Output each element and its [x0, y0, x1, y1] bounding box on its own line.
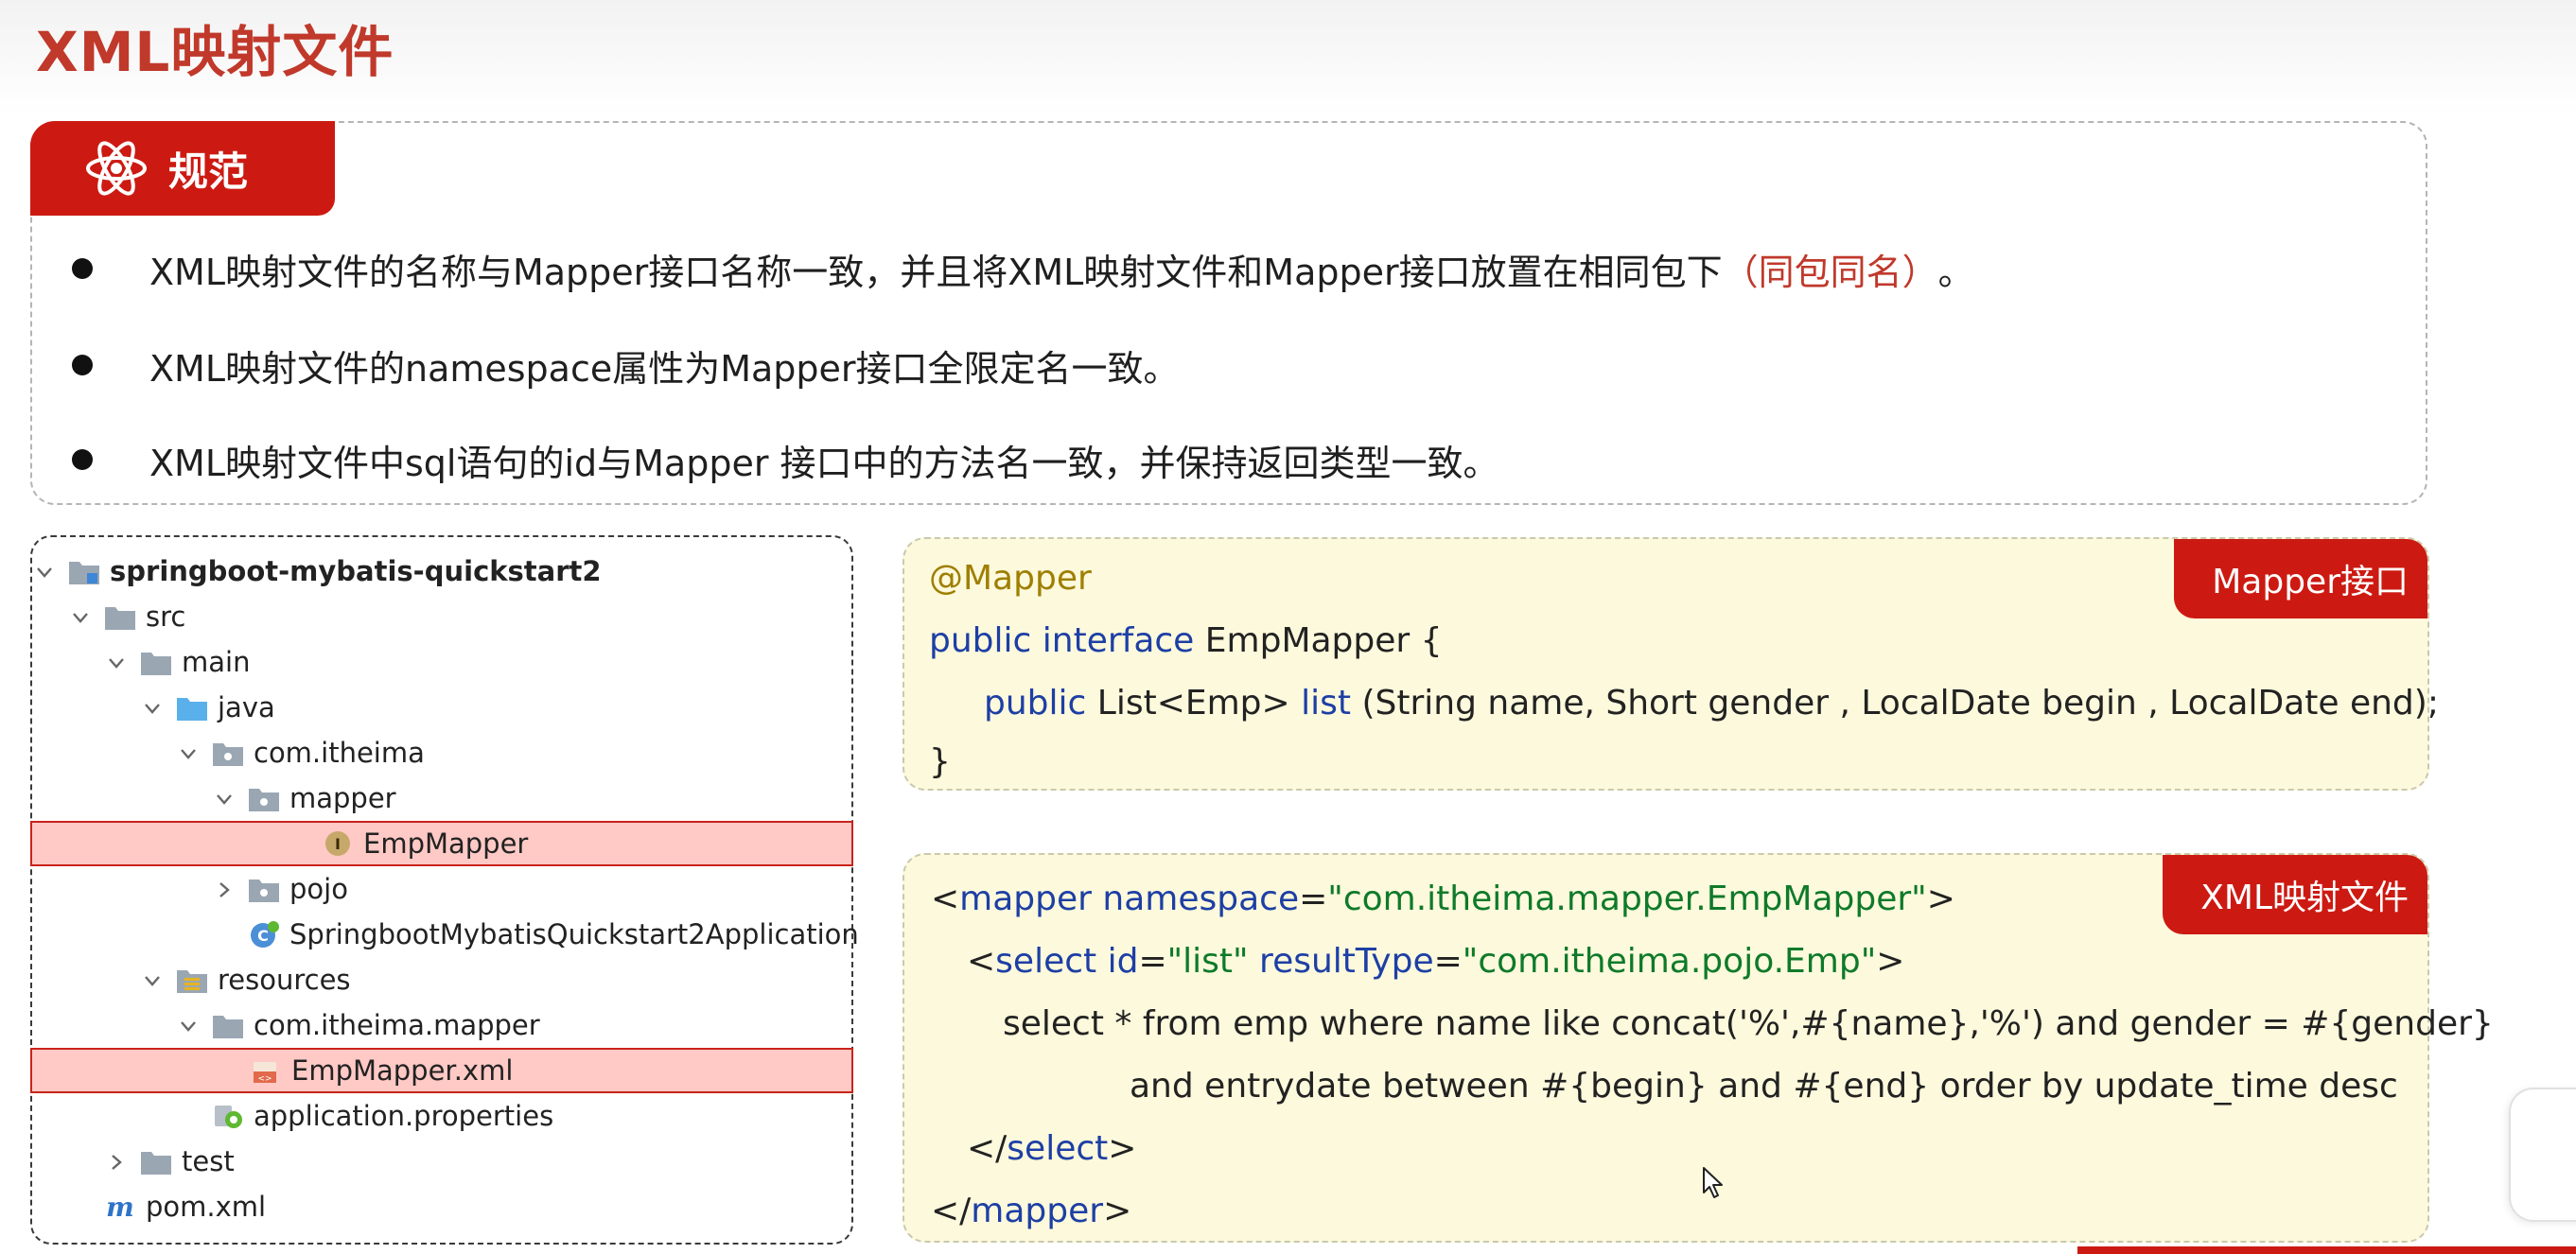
svg-text:C: C: [257, 927, 269, 945]
tree-item[interactable]: com.itheima.mapper: [32, 1002, 851, 1048]
chevron-down-icon[interactable]: [68, 604, 93, 629]
tree-item-label: EmpMapper: [363, 827, 529, 860]
maven-icon: m: [104, 1192, 136, 1223]
rule-text: XML映射文件的名称与Mapper接口名称一致，并且将XML映射文件和Mappe…: [149, 251, 1723, 293]
code-line: public List<Emp> list (String name, Shor…: [984, 684, 2439, 723]
rule-highlight: （同包同名）: [1722, 251, 1938, 293]
chevron-down-icon[interactable]: [140, 695, 165, 720]
folder-icon: [140, 648, 172, 676]
tree-item-label: java: [218, 691, 275, 723]
tree-item-label: mapper: [289, 782, 396, 814]
chevron-down-icon[interactable]: [176, 1013, 201, 1037]
code-line: </select>: [967, 1129, 1137, 1168]
rule-text-end: 。: [1937, 251, 1974, 293]
rules-badge: 规范: [30, 121, 335, 216]
code-line: <mapper namespace="com.itheima.mapper.Em…: [931, 880, 1955, 918]
code-line: select * from emp where name like concat…: [1003, 1004, 2494, 1043]
tree-item[interactable]: <> EmpMapper.xml: [30, 1048, 853, 1093]
resources-folder-icon: [176, 966, 208, 994]
tree-item-label: springboot-mybatis-quickstart2: [110, 555, 602, 587]
chevron-right-icon[interactable]: [104, 1149, 129, 1174]
package-icon: [212, 739, 244, 767]
xml-code-panel: XML映射文件 <mapper namespace="com.itheima.m…: [902, 853, 2494, 1243]
tree-item[interactable]: C SpringbootMybatisQuickstart2Application: [32, 912, 859, 957]
module-folder-icon: [68, 557, 100, 585]
tree-item-label: application.properties: [254, 1100, 554, 1132]
mouse-cursor-icon: [1703, 1167, 1723, 1198]
code-line: <select id="list" resultType="com.itheim…: [967, 942, 1905, 981]
tree-item[interactable]: springboot-mybatis-quickstart2: [32, 549, 851, 594]
bullet-icon: [72, 355, 93, 375]
tree-item[interactable]: mapper: [32, 775, 851, 821]
tree-item[interactable]: resources: [32, 957, 851, 1002]
chevron-down-icon[interactable]: [32, 559, 57, 583]
tree-item[interactable]: application.properties: [32, 1093, 851, 1139]
page-title: XML映射文件: [36, 20, 394, 84]
rule-text: XML映射文件中sql语句的id与Mapper 接口中的方法名一致，并保持返回类…: [149, 442, 1499, 484]
tree-item[interactable]: src: [32, 594, 851, 639]
code-line: public interface EmpMapper {: [929, 621, 1443, 660]
rule-item: XML映射文件的名称与Mapper接口名称一致，并且将XML映射文件和Mappe…: [72, 240, 1974, 297]
chevron-down-icon[interactable]: [140, 967, 165, 992]
tree-item-label: test: [182, 1145, 235, 1177]
mapper-code-panel: Mapper接口 @Mapper public interface EmpMap…: [902, 537, 2439, 791]
xml-panel-badge: XML映射文件: [2163, 855, 2427, 934]
tree-item[interactable]: com.itheima: [32, 730, 851, 775]
tree-item-label: com.itheima: [254, 737, 425, 769]
package-icon: [248, 875, 280, 903]
chevron-down-icon[interactable]: [104, 650, 129, 674]
tree-item[interactable]: I EmpMapper: [30, 821, 853, 866]
floating-side-widget[interactable]: [2509, 1088, 2576, 1222]
bullet-icon: [72, 449, 93, 470]
package-icon: [248, 784, 280, 812]
chevron-right-icon[interactable]: [212, 877, 237, 901]
tree-item[interactable]: main: [32, 639, 851, 685]
chevron-down-icon[interactable]: [212, 786, 237, 810]
svg-text:<>: <>: [257, 1074, 272, 1084]
tree-item-label: SpringbootMybatisQuickstart2Application: [289, 918, 859, 950]
tree-item-label: com.itheima.mapper: [254, 1009, 540, 1041]
code-line: </mapper>: [931, 1192, 1132, 1230]
code-line: @Mapper: [929, 559, 1092, 598]
folder-icon: [104, 602, 136, 631]
code-line: }: [929, 742, 951, 781]
bullet-icon: [72, 258, 93, 279]
source-folder-icon: [176, 693, 208, 722]
tree-item-label: EmpMapper.xml: [291, 1054, 514, 1087]
rules-badge-label: 规范: [168, 148, 249, 195]
xml-file-icon: <>: [250, 1056, 282, 1085]
chevron-down-icon[interactable]: [176, 740, 201, 765]
accent-bar: [2077, 1246, 2576, 1254]
tree-item[interactable]: test: [32, 1139, 851, 1184]
atom-icon: [86, 141, 147, 196]
svg-text:m: m: [106, 1193, 134, 1221]
interface-icon: I: [322, 829, 354, 858]
code-line: and entrydate between #{begin} and #{end…: [1130, 1067, 2398, 1106]
tree-item-label: pojo: [289, 873, 348, 905]
tree-item[interactable]: java: [32, 685, 851, 730]
folder-icon: [212, 1011, 244, 1039]
tree-item[interactable]: m pom.xml: [32, 1184, 851, 1229]
tree-item-label: src: [146, 601, 186, 633]
rule-item: XML映射文件中sql语句的id与Mapper 接口中的方法名一致，并保持返回类…: [72, 431, 1499, 488]
properties-file-icon: [212, 1102, 244, 1130]
spring-class-icon: C: [248, 920, 280, 949]
mapper-panel-badge: Mapper接口: [2174, 539, 2427, 618]
folder-icon: [140, 1147, 172, 1176]
tree-item[interactable]: pojo: [32, 866, 851, 912]
tree-item-label: resources: [218, 964, 351, 996]
rule-item: XML映射文件的namespace属性为Mapper接口全限定名一致。: [72, 337, 1180, 393]
tree-item-label: main: [182, 646, 251, 678]
svg-text:I: I: [335, 835, 341, 853]
rule-text: XML映射文件的namespace属性为Mapper接口全限定名一致。: [149, 347, 1180, 390]
tree-item-label: pom.xml: [146, 1191, 267, 1223]
